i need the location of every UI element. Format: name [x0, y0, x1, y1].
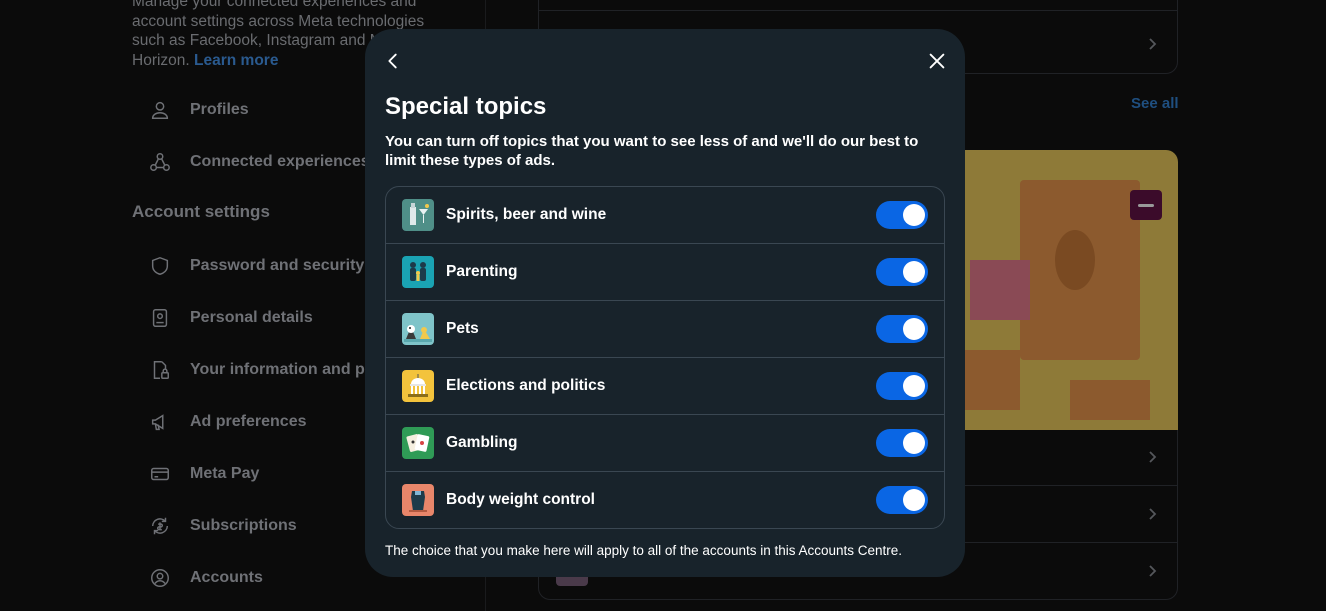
dialog-description: You can turn off topics that you want to… [385, 133, 919, 169]
megaphone-icon [148, 410, 172, 434]
capitol-icon [402, 370, 434, 402]
topic-row-spirits[interactable]: Spirits, beer and wine [386, 187, 944, 244]
topic-row-elections[interactable]: Elections and politics [386, 358, 944, 415]
topic-label: Spirits, beer and wine [446, 206, 607, 223]
topic-label: Gambling [446, 434, 518, 451]
chevron-right-icon[interactable] [1145, 564, 1159, 578]
topic-row-body-weight[interactable]: Body weight control [386, 472, 944, 528]
drinks-icon [402, 199, 434, 231]
divider [539, 10, 1177, 11]
chevron-right-icon[interactable] [1145, 450, 1159, 464]
account-circle-icon [148, 566, 172, 590]
topic-label: Parenting [446, 263, 518, 280]
sidebar-item-subscriptions[interactable]: Subscriptions [148, 511, 297, 541]
dialog-footer-note: The choice that you make here will apply… [385, 543, 903, 558]
scale-icon [402, 484, 434, 516]
dialog-title: Special topics [385, 93, 547, 120]
topic-row-pets[interactable]: Pets [386, 301, 944, 358]
topic-toggle-body-weight[interactable] [876, 486, 928, 514]
special-topics-dialog: Special topics You can turn off topics t… [365, 29, 965, 577]
shield-icon [148, 254, 172, 278]
connected-icon [148, 150, 172, 174]
person-icon [148, 98, 172, 122]
topic-toggle-elections[interactable] [876, 372, 928, 400]
sidebar-item-your-information[interactable]: Your information and per [148, 355, 380, 385]
id-card-icon [148, 306, 172, 330]
topic-row-gambling[interactable]: Gambling [386, 415, 944, 472]
topic-toggle-parenting[interactable] [876, 258, 928, 286]
sidebar-item-password-security[interactable]: Password and security [148, 251, 364, 281]
family-icon [402, 256, 434, 288]
topic-toggle-pets[interactable] [876, 315, 928, 343]
account-settings-heading: Account settings [132, 202, 270, 221]
subscription-icon [148, 514, 172, 538]
learn-more-link[interactable]: Learn more [194, 52, 278, 69]
topic-label: Body weight control [446, 491, 595, 508]
see-all-link[interactable]: See all [1131, 95, 1179, 112]
topic-row-parenting[interactable]: Parenting [386, 244, 944, 301]
topics-list: Spirits, beer and wine Parenting Pets El… [385, 186, 945, 529]
sidebar-item-personal-details[interactable]: Personal details [148, 303, 313, 333]
back-button[interactable] [381, 49, 405, 73]
cards-icon [402, 427, 434, 459]
topic-toggle-spirits[interactable] [876, 201, 928, 229]
topic-label: Pets [446, 320, 479, 337]
minus-badge-icon [1130, 190, 1162, 220]
sidebar-item-profiles[interactable]: Profiles [148, 95, 249, 125]
close-icon [929, 53, 945, 69]
topic-toggle-gambling[interactable] [876, 429, 928, 457]
close-button[interactable] [925, 49, 949, 73]
topic-label: Elections and politics [446, 377, 606, 394]
chevron-left-icon [388, 53, 397, 69]
sidebar-item-ad-preferences[interactable]: Ad preferences [148, 407, 307, 437]
doc-lock-icon [148, 358, 172, 382]
sidebar-item-connected-experiences[interactable]: Connected experiences [148, 147, 370, 177]
sidebar-item-accounts[interactable]: Accounts [148, 563, 263, 593]
card-icon [148, 462, 172, 486]
sidebar-item-meta-pay[interactable]: Meta Pay [148, 459, 259, 489]
chevron-right-icon[interactable] [1145, 507, 1159, 521]
ad-illustration [940, 150, 1178, 430]
pets-icon [402, 313, 434, 345]
chevron-right-icon[interactable] [1145, 37, 1159, 51]
